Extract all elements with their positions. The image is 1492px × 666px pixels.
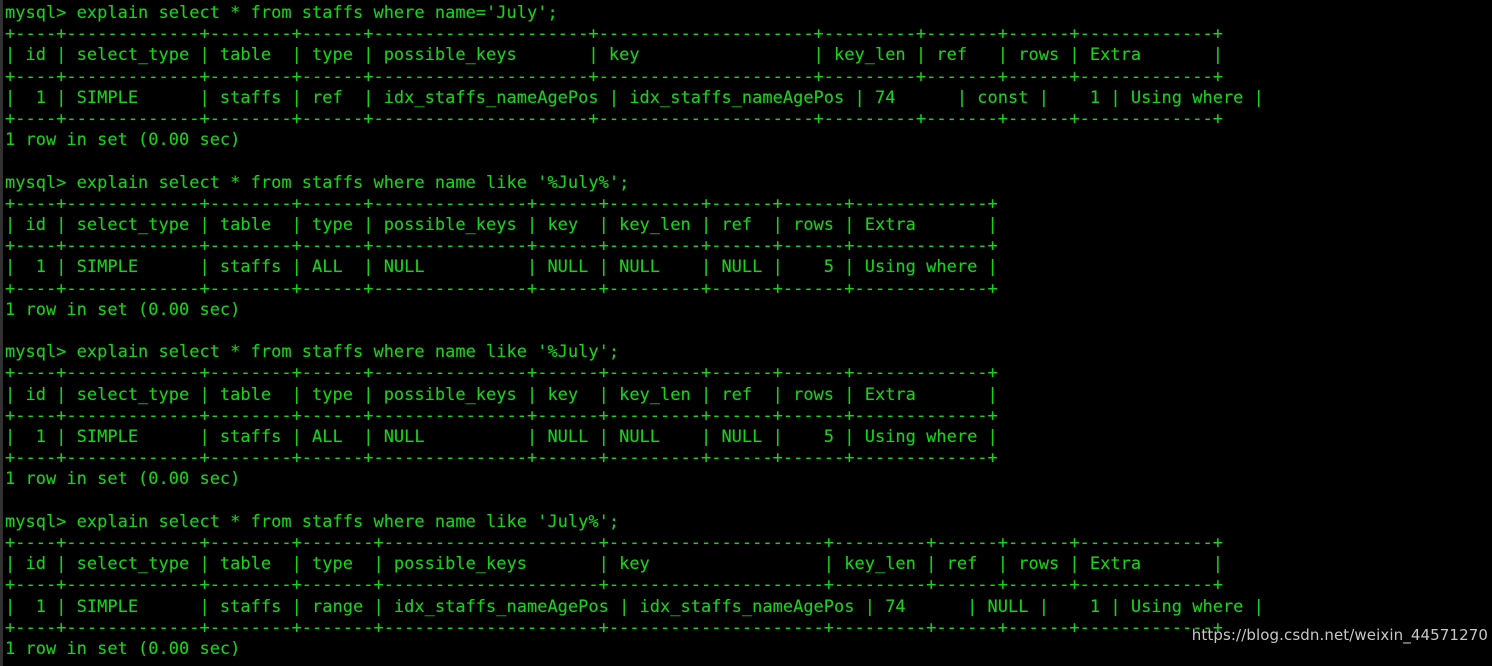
- table-separator-mid: +----+-------------+--------+------+----…: [5, 405, 998, 426]
- mysql-statement-block: mysql> explain select * from staffs wher…: [5, 3, 1492, 173]
- table-separator-mid: +----+-------------+--------+-------+---…: [5, 575, 1223, 596]
- table-separator-top: +----+-------------+--------+------+----…: [5, 193, 998, 214]
- table-data-row: | 1 | SIMPLE | staffs | range | idx_staf…: [5, 596, 1264, 617]
- mysql-statement-block: mysql> explain select * from staffs wher…: [5, 342, 1492, 512]
- blank-line: [5, 321, 1492, 342]
- table-header-row: | id | select_type | table | type | poss…: [5, 45, 1223, 66]
- mysql-statement-block: mysql> explain select * from staffs wher…: [5, 173, 1492, 343]
- terminal-window[interactable]: mysql> explain select * from staffs wher…: [0, 0, 1492, 666]
- table-header-row: | id | select_type | table | type | poss…: [5, 384, 998, 405]
- terminal-screen[interactable]: mysql> explain select * from staffs wher…: [3, 0, 1492, 666]
- watermark-url: https://blog.csdn.net/weixin_44571270: [1191, 626, 1488, 644]
- table-data-row: | 1 | SIMPLE | staffs | ALL | NULL | NUL…: [5, 427, 998, 448]
- table-separator-bottom: +----+-------------+--------+------+----…: [5, 448, 998, 469]
- result-footer: 1 row in set (0.00 sec): [5, 469, 241, 490]
- table-header-row: | id | select_type | table | type | poss…: [5, 554, 1223, 575]
- table-header-row: | id | select_type | table | type | poss…: [5, 215, 998, 236]
- command-line[interactable]: mysql> explain select * from staffs wher…: [5, 512, 1492, 533]
- blank-line: [5, 491, 1492, 512]
- table-separator-top: +----+-------------+--------+-------+---…: [5, 533, 1223, 554]
- table-separator-bottom: +----+-------------+--------+------+----…: [5, 109, 1223, 130]
- table-separator-mid: +----+-------------+--------+------+----…: [5, 236, 998, 257]
- blank-line: [5, 151, 1492, 172]
- command-line[interactable]: mysql> explain select * from staffs wher…: [5, 173, 1492, 194]
- command-line[interactable]: mysql> explain select * from staffs wher…: [5, 3, 1492, 24]
- table-data-row: | 1 | SIMPLE | staffs | ALL | NULL | NUL…: [5, 257, 998, 278]
- table-separator-mid: +----+-------------+--------+------+----…: [5, 66, 1223, 87]
- table-separator-bottom: +----+-------------+--------+------+----…: [5, 278, 998, 299]
- result-footer: 1 row in set (0.00 sec): [5, 130, 241, 151]
- table-separator-top: +----+-------------+--------+------+----…: [5, 363, 998, 384]
- result-footer: 1 row in set (0.00 sec): [5, 299, 241, 320]
- command-line[interactable]: mysql> explain select * from staffs wher…: [5, 342, 1492, 363]
- table-separator-top: +----+-------------+--------+------+----…: [5, 24, 1223, 45]
- table-data-row: | 1 | SIMPLE | staffs | ref | idx_staffs…: [5, 87, 1264, 108]
